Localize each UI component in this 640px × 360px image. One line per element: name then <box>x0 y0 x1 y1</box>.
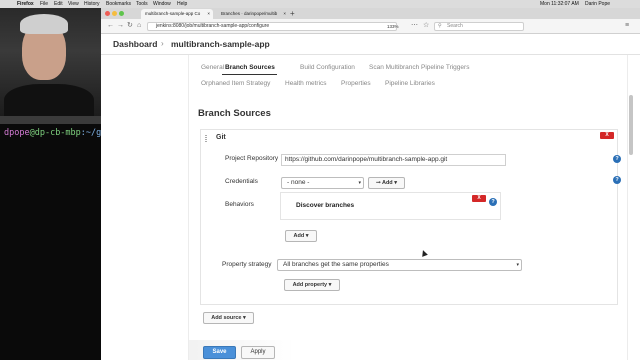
breadcrumb-dashboard[interactable]: Dashboard <box>113 39 157 49</box>
browser-tab-strip: multibranch-sample-app Co × Branches · da… <box>101 8 640 19</box>
menu-bookmarks[interactable]: Bookmarks <box>106 1 131 7</box>
config-panel: General Branch Sources Build Configurati… <box>188 55 628 360</box>
reload-icon[interactable]: ↻ <box>127 22 133 30</box>
browser-tab-branches[interactable]: Branches · darinpope/multib × <box>217 9 289 19</box>
url-bar[interactable]: jenkins:8080/job/multibranch-sample-app/… <box>147 22 397 31</box>
tab-label: multibranch-sample-app Co <box>145 11 201 16</box>
credentials-add-button[interactable]: ⊸ Add ▾ <box>368 177 405 189</box>
menu-tools[interactable]: Tools <box>136 1 148 7</box>
behaviors-add-label: Add <box>293 233 305 239</box>
behavior-discover-branches: Discover branches X ? <box>280 192 501 220</box>
git-source-box: Git X Project Repository https://github.… <box>200 129 621 305</box>
behaviors-label: Behaviors <box>225 201 254 208</box>
tab-orphaned-item-strategy[interactable]: Orphaned Item Strategy <box>201 80 270 87</box>
credentials-add-label: Add <box>381 180 393 186</box>
terminal-titlebar[interactable] <box>0 116 101 124</box>
menu-clock[interactable]: Mon 11:32:07 AM <box>540 1 579 7</box>
webcam-video <box>0 8 101 116</box>
maximize-window-icon[interactable] <box>119 11 124 16</box>
behaviors-add-button[interactable]: Add ▾ <box>285 230 317 242</box>
jenkins-breadcrumb-bar: Dashboard › multibranch-sample-app <box>101 34 640 55</box>
credentials-label: Credentials <box>225 178 258 185</box>
tab-properties[interactable]: Properties <box>341 80 371 87</box>
macos-menu-bar: Firefox File Edit View History Bookmarks… <box>0 0 640 8</box>
vertical-scrollbar[interactable] <box>629 95 633 155</box>
tab-close-icon[interactable]: × <box>283 9 286 19</box>
breadcrumb-separator: › <box>161 39 164 48</box>
webcam-hair <box>20 14 68 34</box>
search-icon: ⚲ <box>438 23 442 29</box>
search-bar[interactable]: ⚲ Search <box>434 22 524 31</box>
tab-health-metrics[interactable]: Health metrics <box>285 80 327 87</box>
menu-file[interactable]: File <box>40 1 48 7</box>
tab-label: Branches · darinpope/multib <box>221 11 278 16</box>
section-title: Branch Sources <box>198 108 271 119</box>
delete-source-button[interactable]: X <box>600 132 614 139</box>
tab-build-configuration[interactable]: Build Configuration <box>300 64 355 71</box>
terminal-prompt: dpope@dp-cb-mbp:~/gi <box>4 128 106 138</box>
help-icon[interactable]: ? <box>613 176 621 184</box>
add-property-button[interactable]: Add property ▾ <box>284 279 340 291</box>
close-window-icon[interactable] <box>105 11 110 16</box>
credentials-value: - none - <box>287 179 310 186</box>
delete-behavior-button[interactable]: X <box>472 195 486 202</box>
back-icon[interactable]: ← <box>107 22 114 30</box>
behavior-item-label: Discover branches <box>296 202 355 209</box>
browser-nav-bar: ← → ↻ ⌂ jenkins:8080/job/multibranch-sam… <box>101 19 640 34</box>
menu-view[interactable]: View <box>68 1 79 7</box>
forward-icon[interactable]: → <box>117 22 124 30</box>
minimize-window-icon[interactable] <box>112 11 117 16</box>
project-repository-input[interactable]: https://github.com/darinpope/multibranch… <box>281 154 506 166</box>
menu-app-name[interactable]: Firefox <box>17 1 34 7</box>
browser-tab-configure[interactable]: multibranch-sample-app Co × <box>141 9 213 19</box>
webcam-shirt <box>4 84 94 116</box>
menu-edit[interactable]: Edit <box>54 1 63 7</box>
new-tab-icon[interactable]: + <box>290 9 295 18</box>
property-strategy-select[interactable]: All branches get the same properties ▾ <box>277 259 522 271</box>
tab-branch-sources[interactable]: Branch Sources <box>225 64 275 71</box>
search-placeholder: Search <box>447 23 463 29</box>
credentials-select[interactable]: - none - ▾ <box>281 177 364 189</box>
property-strategy-value: All branches get the same properties <box>283 261 389 268</box>
tab-scan-triggers[interactable]: Scan Multibranch Pipeline Triggers <box>369 64 469 71</box>
menu-help[interactable]: Help <box>177 1 187 7</box>
browser-window: multibranch-sample-app Co × Branches · da… <box>101 8 640 360</box>
apply-button[interactable]: Apply <box>241 346 275 359</box>
tab-general[interactable]: General <box>201 64 224 71</box>
home-icon[interactable]: ⌂ <box>137 22 141 30</box>
menu-history[interactable]: History <box>84 1 100 7</box>
main-content: General Branch Sources Build Configurati… <box>101 55 640 360</box>
add-source-label: Add source <box>211 315 242 321</box>
active-tab-underline <box>222 74 277 75</box>
tab-pipeline-libraries[interactable]: Pipeline Libraries <box>385 80 435 87</box>
breadcrumb-project[interactable]: multibranch-sample-app <box>171 39 270 49</box>
zoom-level[interactable]: 133% <box>387 22 399 31</box>
tab-close-icon[interactable]: × <box>207 9 210 19</box>
menu-window[interactable]: Window <box>153 1 171 7</box>
more-icon[interactable]: ⋯ <box>411 22 418 30</box>
menu-user[interactable]: Darin Pope <box>585 1 610 7</box>
terminal-host: dp-cb-mbp <box>34 128 81 138</box>
chevron-down-icon: ▾ <box>358 180 361 186</box>
git-source-title: Git <box>216 134 226 141</box>
url-text: jenkins:8080/job/multibranch-sample-app/… <box>156 23 270 29</box>
drag-handle-icon[interactable] <box>205 135 207 142</box>
bookmark-star-icon[interactable]: ☆ <box>423 22 429 30</box>
help-icon[interactable]: ? <box>489 198 497 206</box>
property-strategy-label: Property strategy <box>222 261 272 268</box>
terminal-window[interactable]: dpope@dp-cb-mbp:~/gi <box>0 116 106 360</box>
terminal-user: dpope <box>4 128 30 138</box>
chevron-down-icon: ▾ <box>516 262 519 268</box>
help-icon[interactable]: ? <box>613 155 621 163</box>
add-source-button[interactable]: Add source ▾ <box>203 312 254 324</box>
project-repository-label: Project Repository <box>225 155 279 162</box>
save-button[interactable]: Save <box>203 346 236 359</box>
add-property-label: Add property <box>292 282 328 288</box>
menu-hamburger-icon[interactable]: ≡ <box>625 22 629 30</box>
